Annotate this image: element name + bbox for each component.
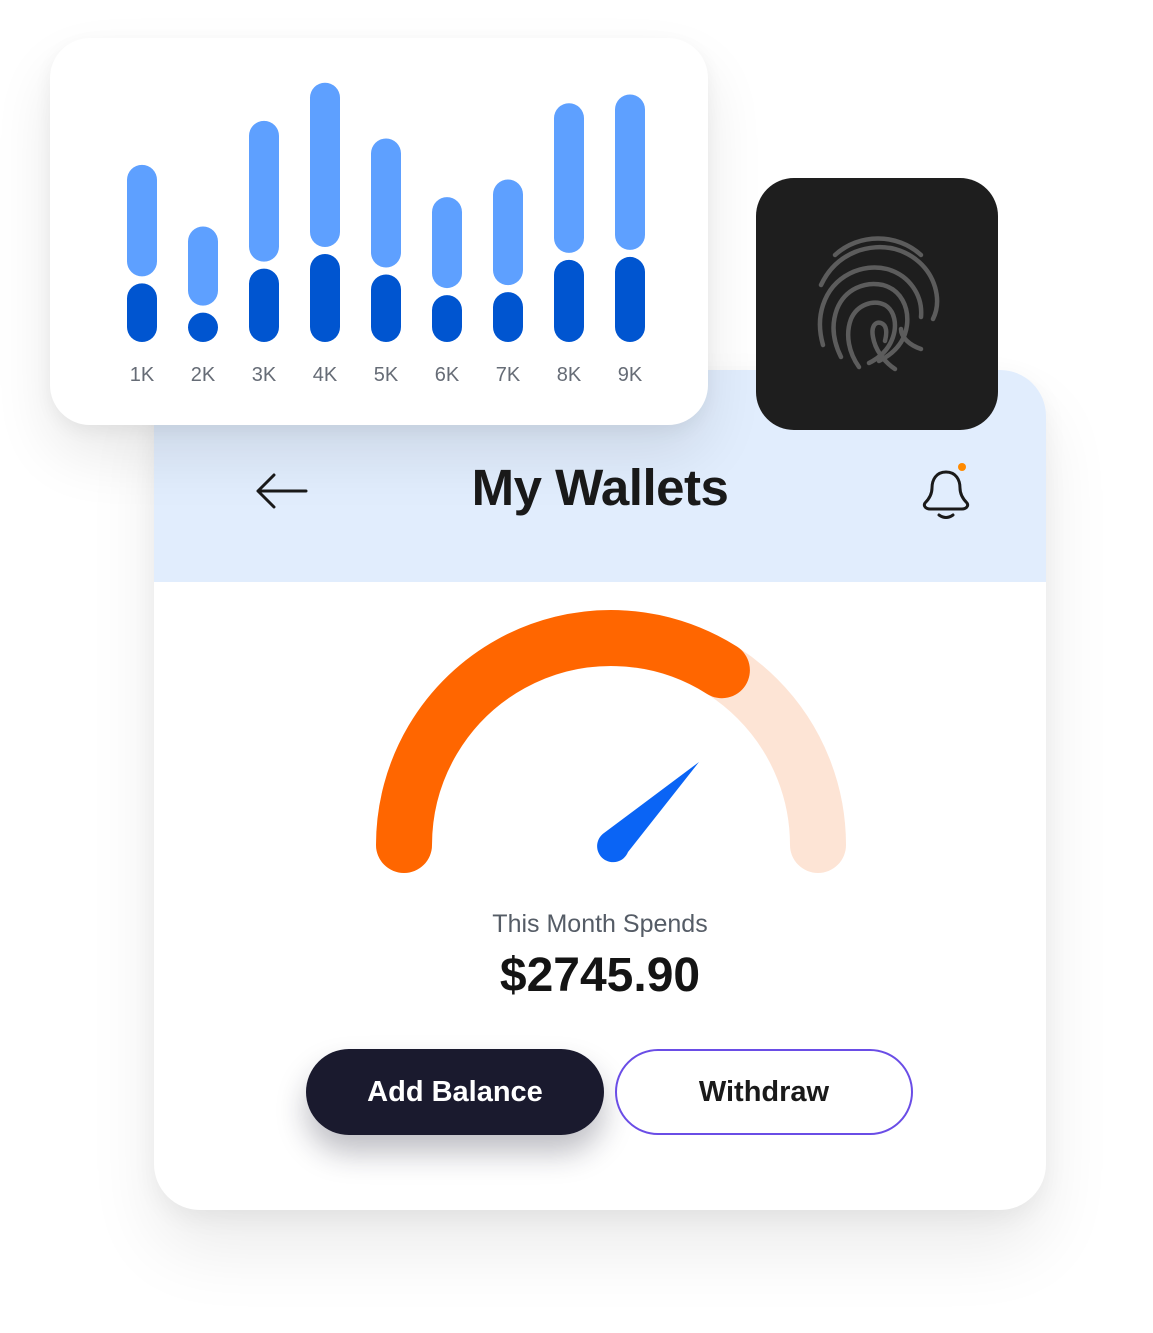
chart-bar-lower-6K xyxy=(432,295,462,342)
chart-bar-lower-3K xyxy=(249,268,279,342)
chart-tick-label: 6K xyxy=(435,364,460,386)
withdraw-button[interactable]: Withdraw xyxy=(615,1049,913,1135)
chart-tick-label: 5K xyxy=(374,364,399,386)
chart-bar-upper-6K xyxy=(432,197,462,289)
chart-bar-lower-5K xyxy=(371,274,401,342)
chart-tick-label: 4K xyxy=(313,364,338,386)
chart-tick-label: 7K xyxy=(496,364,521,386)
chart-bar-upper-3K xyxy=(249,120,279,262)
chart-tick-label: 8K xyxy=(557,364,582,386)
chart-bar-upper-8K xyxy=(554,103,584,253)
chart-bar-lower-9K xyxy=(615,256,645,342)
wallet-card: My Wallets This Month Spends $2745.90 Ad… xyxy=(154,370,1046,1210)
spends-label: This Month Spends xyxy=(492,910,708,938)
chart-tick-label: 2K xyxy=(191,364,216,386)
chart-tick-label: 1K xyxy=(130,364,155,386)
fingerprint-card[interactable] xyxy=(756,178,998,430)
chart-bar-upper-2K xyxy=(188,226,218,306)
chart-tick-label: 3K xyxy=(252,364,277,386)
chart-bar-lower-1K xyxy=(127,283,157,342)
fingerprint-icon xyxy=(817,236,940,372)
add-balance-button[interactable]: Add Balance xyxy=(306,1049,604,1135)
chart-bar-upper-9K xyxy=(615,94,645,250)
chart-bar-lower-7K xyxy=(493,292,523,342)
chart-tick-label: 9K xyxy=(618,364,643,386)
gauge-needle xyxy=(597,762,699,863)
chart-bar-lower-2K xyxy=(188,312,218,342)
chart-bar-upper-1K xyxy=(127,164,157,277)
chart-bar-lower-4K xyxy=(310,254,340,342)
chart-bar-lower-8K xyxy=(554,259,584,342)
chart-bar-upper-5K xyxy=(371,138,401,268)
spending-bar-chart: 1K 2K 3K 4K 5K 6K 7K 8K 9K xyxy=(127,82,645,386)
chart-bar-upper-4K xyxy=(310,82,340,247)
gauge-fill xyxy=(376,610,750,873)
spends-amount: $2745.90 xyxy=(499,949,701,1002)
spending-chart-card: 1K 2K 3K 4K 5K 6K 7K 8K 9K xyxy=(50,38,708,425)
chart-bar-upper-7K xyxy=(493,179,523,286)
